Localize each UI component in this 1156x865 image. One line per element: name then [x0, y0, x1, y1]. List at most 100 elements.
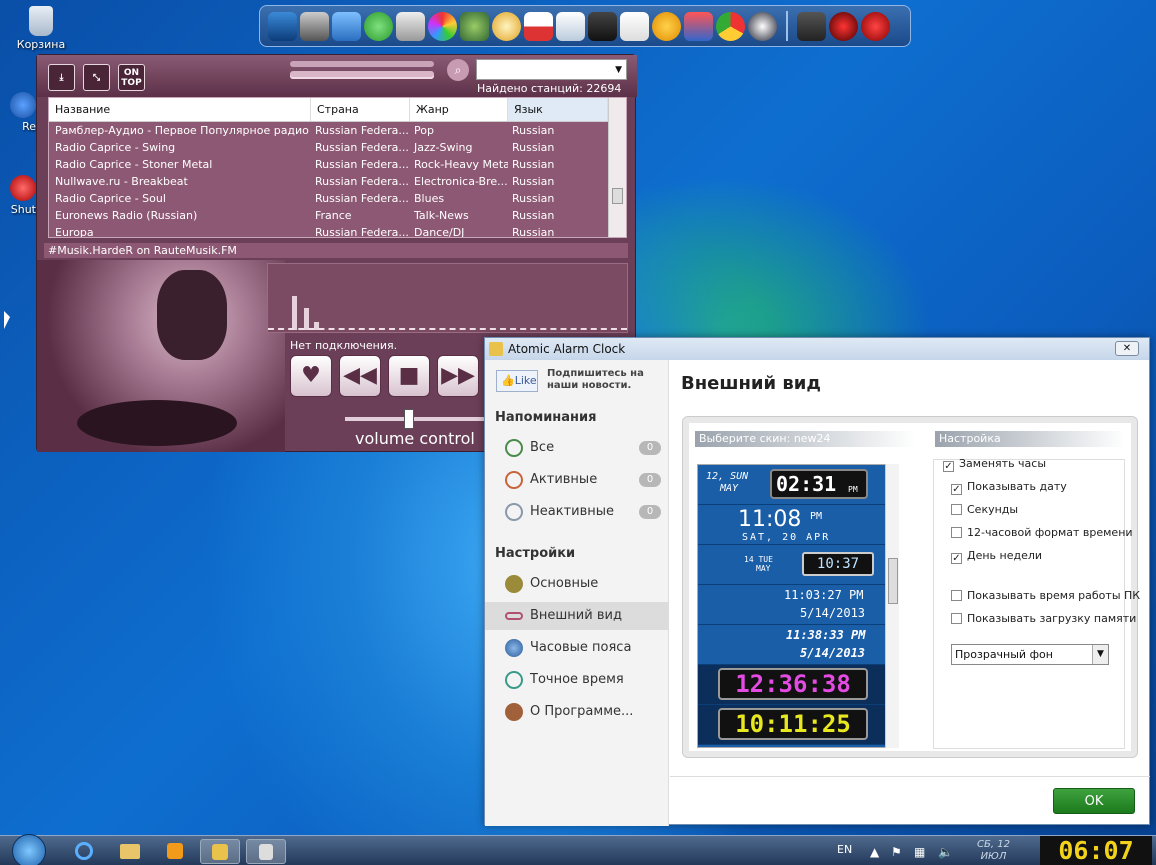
- uptime-checkbox[interactable]: Показывать время работы ПК: [951, 589, 1140, 602]
- chart-icon[interactable]: [556, 11, 585, 41]
- phone-icon[interactable]: [300, 11, 329, 41]
- table-row[interactable]: Radio Caprice - Stoner Metal Russian Fede…: [49, 156, 626, 173]
- skin-item[interactable]: 12, SUN MAY 02:31 PM: [698, 465, 886, 505]
- picasa-icon[interactable]: [428, 11, 457, 41]
- chrome-icon[interactable]: [716, 11, 745, 41]
- balance-slider[interactable]: [290, 61, 434, 67]
- checkbox-box[interactable]: [951, 527, 962, 538]
- taskbar-ie[interactable]: [64, 839, 104, 864]
- column-header-genre[interactable]: Жанр: [410, 98, 508, 121]
- memory-load-checkbox[interactable]: Показывать загрузку памяти: [951, 612, 1136, 625]
- network-icon[interactable]: [332, 11, 361, 41]
- sidebar-item-timezones[interactable]: Часовые пояса: [485, 634, 669, 662]
- column-header-language[interactable]: Язык: [508, 98, 608, 121]
- favorite-button[interactable]: ♥: [290, 355, 332, 397]
- monitor-icon[interactable]: [268, 11, 297, 41]
- scrollbar-thumb[interactable]: [612, 188, 623, 204]
- stop-button[interactable]: ■: [388, 355, 430, 397]
- checkbox-box[interactable]: ✓: [951, 553, 962, 564]
- desktop-icon-label: Корзина: [16, 38, 66, 51]
- table-row[interactable]: Euronews Radio (Russian) France Talk-News R…: [49, 207, 626, 224]
- skin-item[interactable]: 11:38:33 PM 5/14/2013: [698, 625, 886, 665]
- taskbar-explorer[interactable]: [110, 839, 150, 864]
- desktop-icon-recycle-bin[interactable]: Корзина: [6, 6, 76, 51]
- close-button[interactable]: ✕: [1115, 341, 1139, 356]
- sidebar-item-active[interactable]: Активные 0: [485, 466, 669, 494]
- replace-clock-checkbox[interactable]: ✓ Заменять часы: [943, 457, 1046, 472]
- volume-tray-icon[interactable]: 🔈: [938, 845, 953, 859]
- table-row[interactable]: Рамблер-Аудио - Первое Популярное радио …: [49, 122, 626, 139]
- sidebar-item-about[interactable]: О Программе...: [485, 698, 669, 726]
- aimp-icon[interactable]: [652, 11, 681, 41]
- clock-icon[interactable]: [492, 11, 521, 41]
- taskbar-media[interactable]: [155, 839, 195, 864]
- skype-icon[interactable]: [364, 11, 393, 41]
- like-button[interactable]: 👍Like: [496, 370, 538, 392]
- column-header-name[interactable]: Название: [49, 98, 311, 121]
- gear-red-icon[interactable]: [829, 11, 858, 41]
- on-top-button[interactable]: ON TOP: [118, 64, 145, 91]
- download-button[interactable]: ⤓: [48, 64, 75, 91]
- twelve-hour-checkbox[interactable]: 12-часовой формат времени: [951, 526, 1133, 539]
- table-cell: Talk-News: [414, 209, 469, 222]
- search-button[interactable]: ⌕: [447, 59, 469, 81]
- skin-item[interactable]: 12:36:38: [698, 665, 886, 705]
- previous-button[interactable]: ◀◀: [339, 355, 381, 397]
- utorrent-icon[interactable]: [460, 11, 489, 41]
- video-icon[interactable]: [588, 11, 617, 41]
- next-button[interactable]: ▶▶: [437, 355, 479, 397]
- ccleaner-icon[interactable]: [861, 11, 890, 41]
- seconds-checkbox[interactable]: Секунды: [951, 503, 1018, 516]
- station-search-combo[interactable]: ▼: [476, 59, 627, 80]
- action-center-icon[interactable]: ⚑: [891, 845, 902, 859]
- sidebar-item-appearance[interactable]: Внешний вид: [485, 602, 669, 630]
- network-tray-icon[interactable]: ▦: [914, 845, 925, 859]
- skin-list-scrollbar[interactable]: [885, 464, 899, 748]
- volume-label: volume control: [355, 429, 475, 448]
- checkbox-box[interactable]: [951, 590, 962, 601]
- desktop-icon-shutdown[interactable]: Shut: [0, 175, 36, 216]
- show-date-checkbox[interactable]: ✓ Показывать дату: [951, 480, 1067, 495]
- column-header-country[interactable]: Страна: [311, 98, 410, 121]
- resize-button[interactable]: ⤡: [83, 64, 110, 91]
- fox-icon[interactable]: [620, 11, 649, 41]
- progress-slider[interactable]: [290, 71, 434, 79]
- show-hidden-icons-button[interactable]: ▲: [870, 845, 879, 859]
- station-table-scrollbar[interactable]: [608, 98, 626, 237]
- taskbar-alarm-clock[interactable]: [200, 839, 240, 864]
- taskbar-radio[interactable]: [246, 839, 286, 864]
- desktop-icon-restart[interactable]: Re: [0, 92, 36, 133]
- footer-divider: [670, 776, 1150, 777]
- table-row[interactable]: Radio Caprice - Swing Russian Federa... Ja…: [49, 139, 626, 156]
- checkbox-box[interactable]: ✓: [943, 461, 954, 472]
- ok-button[interactable]: OK: [1053, 788, 1135, 814]
- weekday-checkbox[interactable]: ✓ День недели: [951, 549, 1042, 564]
- sidebar-item-general[interactable]: Основные: [485, 570, 669, 598]
- skin-item[interactable]: 14 TUE MAY 10:37: [698, 545, 886, 585]
- checkbox-box[interactable]: ✓: [951, 484, 962, 495]
- start-button[interactable]: [12, 834, 46, 865]
- tools-icon[interactable]: [684, 11, 713, 41]
- table-row[interactable]: Radio Caprice - Soul Russian Federa... Blu…: [49, 190, 626, 207]
- speaker-icon[interactable]: [396, 11, 425, 41]
- checkbox-box[interactable]: [951, 504, 962, 515]
- counter-icon[interactable]: [748, 11, 777, 41]
- volume-slider-thumb[interactable]: [404, 409, 414, 429]
- taskbar-clock[interactable]: 06:07: [1040, 836, 1152, 865]
- sidebar-item-all[interactable]: Все 0: [485, 434, 669, 462]
- scrollbar-thumb[interactable]: [888, 558, 898, 604]
- skin-list[interactable]: 12, SUN MAY 02:31 PM 11:08 PM SAT, 20 AP…: [697, 464, 897, 748]
- skin-item[interactable]: 10:11:25: [698, 705, 886, 745]
- language-indicator[interactable]: EN: [837, 843, 852, 856]
- calendar-icon[interactable]: [524, 11, 553, 41]
- sidebar-item-inactive[interactable]: Неактивные 0: [485, 498, 669, 526]
- table-row[interactable]: Nullwave.ru - Breakbeat Russian Federa...…: [49, 173, 626, 190]
- volume-slider[interactable]: [345, 409, 485, 429]
- table-row[interactable]: Europa Russian Federa... Dance/DJ Russian: [49, 224, 626, 237]
- skin-item[interactable]: 11:08 PM SAT, 20 APR: [698, 505, 886, 545]
- checkbox-box[interactable]: [951, 613, 962, 624]
- skin-item[interactable]: 11:03:27 PM 5/14/2013: [698, 585, 886, 625]
- background-select[interactable]: Прозрачный фон ▼: [951, 644, 1109, 665]
- sidebar-item-exact-time[interactable]: Точное время: [485, 666, 669, 694]
- hat-icon[interactable]: [797, 11, 826, 41]
